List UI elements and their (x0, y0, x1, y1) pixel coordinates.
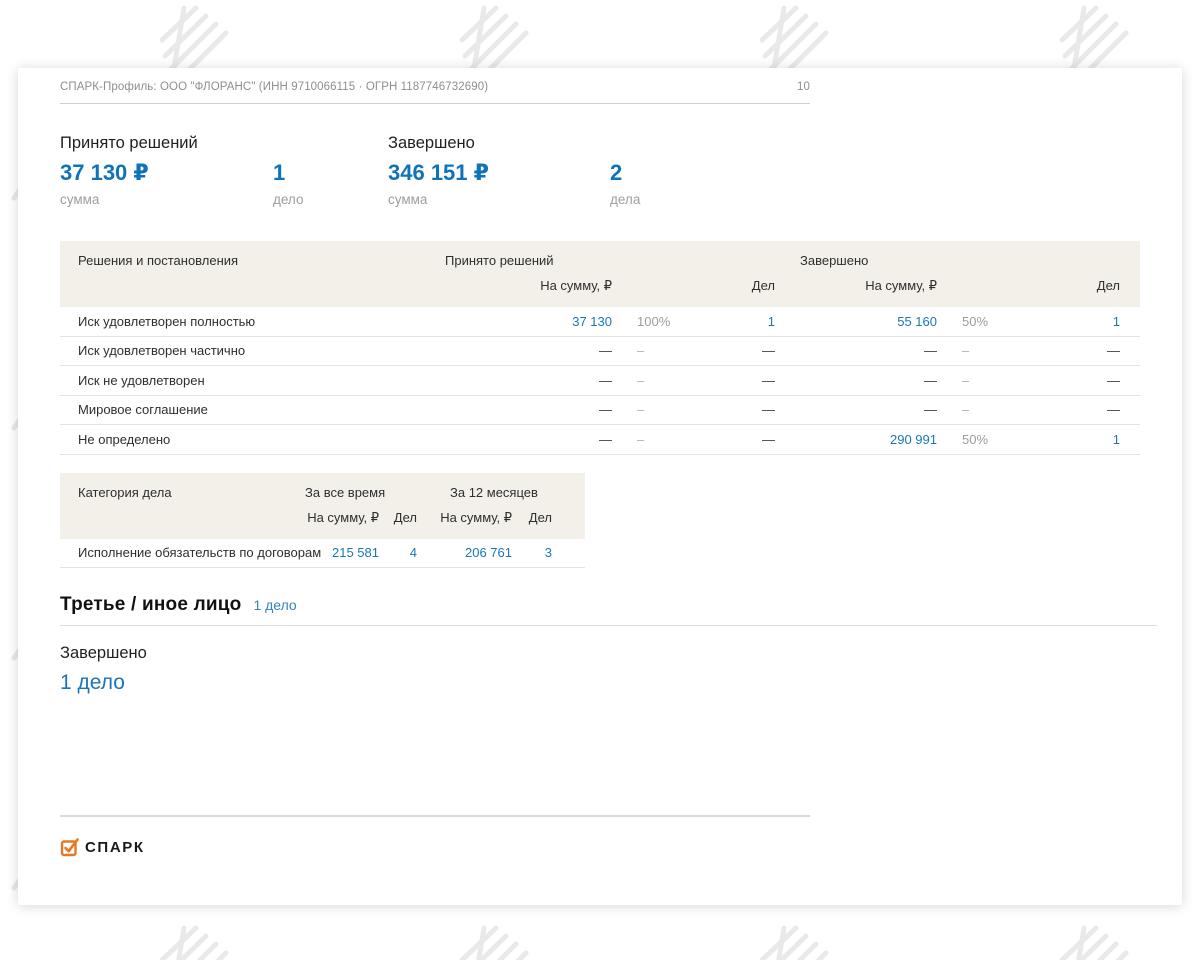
stat-count-value: 1 (273, 158, 388, 188)
empty-value: — (700, 343, 775, 358)
row-label: Мировое соглашение (60, 402, 440, 417)
column-group-header: За все время (295, 485, 423, 500)
row-label: Иск удовлетворен полностью (60, 314, 440, 329)
empty-value: — (440, 402, 612, 417)
stat-decisions-amount: Принято решений 37 130 ₽ сумма (60, 134, 273, 207)
percent-value: – (937, 343, 1025, 358)
table-row: Иск удовлетворен полностью37 130100%155 … (60, 307, 1140, 337)
row-label: Иск не удовлетворен (60, 373, 440, 388)
decisions-table-body: Иск удовлетворен полностью37 130100%155 … (60, 307, 1140, 455)
stat-amount-value: 346 151 ₽ (388, 158, 610, 188)
completed-cases-link[interactable]: 1 дело (60, 671, 1182, 695)
table-row: Иск не удовлетворен—–——–— (60, 366, 1140, 396)
percent-value: 50% (937, 432, 1025, 447)
column-subheader-cases: Дел (700, 278, 775, 294)
column-group-header: За 12 месяцев (423, 485, 562, 500)
value-link[interactable]: 1 (1025, 432, 1120, 447)
column-subheader-cases: Дел (518, 510, 562, 526)
row-label: Иск удовлетворен частично (60, 343, 440, 358)
column-header: Решения и постановления (60, 253, 440, 268)
percent-value: – (612, 402, 700, 417)
empty-value: — (775, 373, 937, 388)
stat-amount-label: сумма (388, 192, 610, 207)
column-subheader-amount: На сумму, ₽ (775, 278, 937, 294)
table-row: Не определено—–—290 99150%1 (60, 425, 1140, 455)
stat-count-value: 2 (610, 158, 730, 188)
report-page: СПАРК-Профиль: ООО "ФЛОРАНС" (ИНН 971006… (18, 68, 1182, 905)
value-link[interactable]: 37 130 (440, 314, 612, 329)
third-party-cases-link[interactable]: 1 дело (253, 597, 296, 613)
stat-amount-value: 37 130 ₽ (60, 158, 273, 188)
category-table-header: Категория дела За все время За 12 месяце… (60, 473, 585, 539)
value-link[interactable]: 1 (1025, 314, 1120, 329)
table-row: Иск удовлетворен частично—–——–— (60, 337, 1140, 367)
column-subheader-amount: На сумму, ₽ (423, 510, 518, 526)
empty-value: — (440, 373, 612, 388)
column-subheader-cases: Дел (385, 510, 423, 526)
page-footer: СПАРК (60, 815, 810, 857)
row-label: Исполнение обязательств по договорам (60, 545, 295, 560)
empty-value: — (700, 373, 775, 388)
empty-value: — (440, 432, 612, 447)
percent-value: 100% (612, 314, 700, 329)
document-header: СПАРК-Профиль: ООО "ФЛОРАНС" (ИНН 971006… (60, 68, 810, 104)
section-title: Третье / иное лицо (60, 594, 241, 616)
percent-value: – (612, 432, 700, 447)
value-link[interactable]: 215 581 (295, 545, 385, 560)
third-party-section-heading: Третье / иное лицо 1 дело (60, 594, 1157, 626)
stat-completed-count: 2 дела (610, 134, 730, 207)
stat-count-label: дела (610, 192, 730, 207)
value-link[interactable]: 4 (385, 545, 423, 560)
value-link[interactable]: 55 160 (775, 314, 937, 329)
spark-logo: СПАРК (60, 837, 810, 857)
page-number: 10 (797, 81, 810, 93)
column-subheader-cases: Дел (1025, 278, 1120, 294)
empty-value: — (775, 343, 937, 358)
empty-value: — (1025, 402, 1120, 417)
column-subheader-amount: На сумму, ₽ (440, 278, 612, 294)
category-table-body: Исполнение обязательств по договорам215 … (60, 539, 585, 569)
column-group-header: Принято решений (440, 253, 775, 268)
stat-completed-amount: Завершено 346 151 ₽ сумма (388, 134, 610, 207)
stat-amount-label: сумма (60, 192, 273, 207)
column-group-header: Завершено (775, 253, 1120, 268)
percent-value: – (937, 373, 1025, 388)
percent-value: – (612, 373, 700, 388)
empty-value: — (440, 343, 612, 358)
spark-checkbox-icon (60, 837, 80, 857)
stat-group-title: Принято решений (60, 134, 273, 158)
empty-value: — (1025, 373, 1120, 388)
empty-value: — (700, 432, 775, 447)
empty-value: — (700, 402, 775, 417)
value-link[interactable]: 1 (700, 314, 775, 329)
row-label: Не определено (60, 432, 440, 447)
table-row: Мировое соглашение—–——–— (60, 396, 1140, 426)
empty-value: — (775, 402, 937, 417)
spark-logo-text: СПАРК (85, 839, 145, 856)
document-title: СПАРК-Профиль: ООО "ФЛОРАНС" (ИНН 971006… (60, 81, 488, 93)
stat-count-label: дело (273, 192, 388, 207)
value-link[interactable]: 206 761 (423, 545, 518, 560)
column-subheader-amount: На сумму, ₽ (295, 510, 385, 526)
percent-value: 50% (937, 314, 1025, 329)
stat-group-title: Завершено (388, 134, 610, 158)
column-header: Категория дела (60, 485, 295, 500)
summary-stats: Принято решений 37 130 ₽ сумма 1 дело За… (60, 134, 1182, 207)
table-row: Исполнение обязательств по договорам215 … (60, 539, 585, 569)
category-table: Категория дела За все время За 12 месяце… (60, 473, 585, 569)
percent-value: – (612, 343, 700, 358)
completed-label: Завершено (60, 644, 1182, 663)
value-link[interactable]: 3 (518, 545, 562, 560)
decisions-table-header: Решения и постановления Принято решений … (60, 241, 1140, 307)
decisions-table: Решения и постановления Принято решений … (60, 241, 1140, 455)
percent-value: – (937, 402, 1025, 417)
value-link[interactable]: 290 991 (775, 432, 937, 447)
stat-decisions-count: 1 дело (273, 134, 388, 207)
empty-value: — (1025, 343, 1120, 358)
